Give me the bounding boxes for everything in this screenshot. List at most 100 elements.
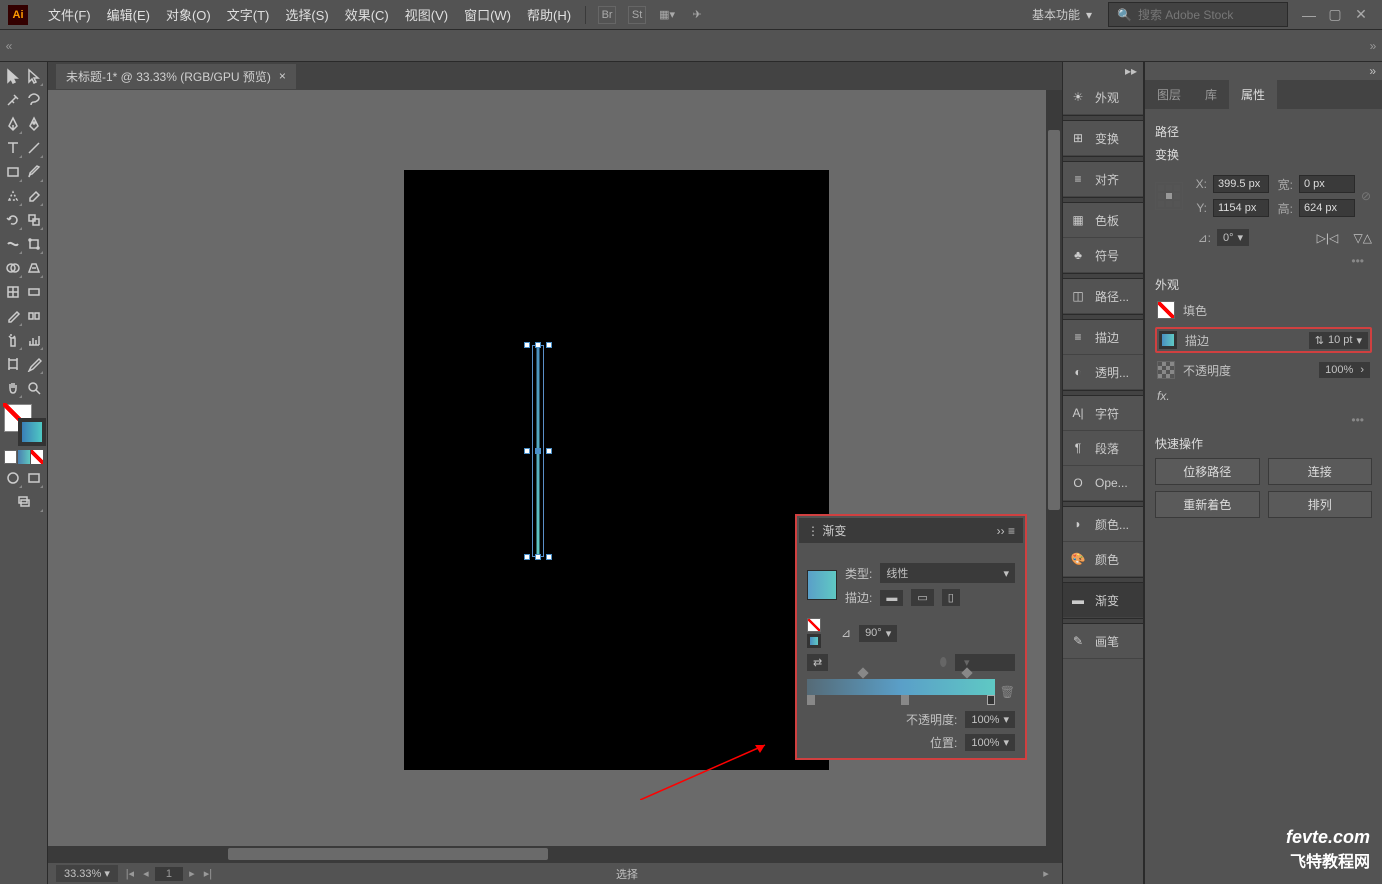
type-tool[interactable] (3, 137, 23, 159)
dock-swatches[interactable]: ▦色板 (1063, 203, 1143, 238)
grad-stroke-proxy[interactable] (807, 634, 821, 648)
transform-more[interactable]: ••• (1155, 252, 1372, 270)
menu-view[interactable]: 视图(V) (397, 5, 456, 24)
menu-edit[interactable]: 编辑(E) (99, 5, 158, 24)
dock-align[interactable]: ≡对齐 (1063, 162, 1143, 197)
status-play[interactable]: ▸ (1039, 867, 1053, 881)
stroke-grad-1[interactable]: ▬ (880, 590, 903, 606)
shaper-tool[interactable] (3, 185, 23, 207)
gradient-menu[interactable]: ≡ (1008, 524, 1015, 538)
zoom-tool[interactable] (25, 377, 45, 399)
paintbrush-tool[interactable] (25, 161, 45, 183)
gradient-collapse[interactable]: ›› (997, 524, 1005, 538)
recolor-button[interactable]: 重新着色 (1155, 491, 1260, 518)
stop-opacity[interactable]: 100% ▾ (965, 711, 1015, 728)
curvature-tool[interactable] (25, 113, 45, 135)
reference-point[interactable] (1155, 182, 1183, 210)
shape-builder-tool[interactable] (3, 257, 23, 279)
last-artboard[interactable]: ▸| (201, 867, 215, 881)
flip-h-icon[interactable]: ▷|◁ (1317, 231, 1339, 245)
document-tab[interactable]: 未标题-1* @ 33.33% (RGB/GPU 预览)× (56, 64, 296, 89)
graph-tool[interactable] (25, 329, 45, 351)
y-field[interactable] (1213, 199, 1269, 217)
selection-tool[interactable] (3, 65, 23, 87)
dock-color[interactable]: 🎨颜色 (1063, 542, 1143, 577)
aspect-icon[interactable]: ⬮ (939, 655, 947, 670)
menu-type[interactable]: 文字(T) (219, 5, 278, 24)
magic-wand-tool[interactable] (3, 89, 23, 111)
tab-properties[interactable]: 属性 (1229, 80, 1277, 109)
vertical-scrollbar[interactable] (1046, 90, 1062, 846)
gradient-ramp[interactable] (807, 679, 995, 695)
gradient-angle[interactable]: 90° ▾ (859, 625, 897, 642)
gradient-stop-1[interactable] (807, 695, 815, 705)
menu-file[interactable]: 文件(F) (40, 5, 99, 24)
dock-expand[interactable]: ▸▸ (1063, 62, 1143, 80)
draw-mode[interactable] (3, 467, 23, 489)
menu-select[interactable]: 选择(S) (277, 5, 336, 24)
next-artboard[interactable]: ▸ (185, 867, 199, 881)
zoom-dropdown[interactable]: 33.33% ▾ (56, 865, 118, 882)
arrange-icon[interactable]: ▦▾ (658, 6, 676, 24)
blend-tool[interactable] (25, 305, 45, 327)
search-input[interactable]: 🔍搜索 Adobe Stock (1108, 2, 1288, 27)
link-wh-icon[interactable]: ⊘ (1361, 189, 1371, 203)
gradient-grip-icon[interactable]: ⋮ (807, 524, 819, 538)
first-artboard[interactable]: |◂ (123, 867, 137, 881)
minimize-button[interactable]: ― (1296, 5, 1322, 25)
stroke-grad-3[interactable]: ▯ (942, 589, 960, 606)
stroke-grad-2[interactable]: ▭ (911, 589, 933, 606)
flip-v-icon[interactable]: ▽△ (1354, 231, 1372, 245)
rotation-field[interactable]: 0° ▾ (1217, 229, 1249, 246)
dock-paragraph[interactable]: ¶段落 (1063, 431, 1143, 466)
gradient-type[interactable]: 线性▾ (880, 563, 1015, 583)
artboard-tool[interactable] (3, 353, 23, 375)
free-transform-tool[interactable] (25, 233, 45, 255)
dock-transform[interactable]: ⊞变换 (1063, 121, 1143, 156)
dock-character[interactable]: A|字符 (1063, 396, 1143, 431)
line-tool[interactable] (25, 137, 45, 159)
h-field[interactable] (1299, 199, 1355, 217)
fill-stroke-swatch[interactable] (4, 404, 46, 446)
delete-stop-icon[interactable]: 🗑 (1000, 685, 1015, 699)
grad-fill-proxy[interactable] (807, 618, 821, 632)
perspective-tool[interactable] (25, 257, 45, 279)
dock-brushes[interactable]: ✎画笔 (1063, 624, 1143, 659)
dock-gradient[interactable]: ▬渐变 (1063, 583, 1143, 618)
screen-mode[interactable] (25, 467, 45, 489)
tab-layers[interactable]: 图层 (1145, 80, 1193, 109)
menu-effect[interactable]: 效果(C) (337, 5, 397, 24)
strip-collapse-right[interactable]: » (1364, 39, 1382, 53)
dock-opentype[interactable]: OOpe... (1063, 466, 1143, 501)
x-field[interactable] (1213, 175, 1269, 193)
artboard-num[interactable]: 1 (155, 867, 183, 881)
fill-swatch[interactable] (1157, 301, 1175, 319)
horizontal-scrollbar[interactable] (48, 846, 1062, 862)
dock-symbols[interactable]: ♣符号 (1063, 238, 1143, 273)
bridge-icon[interactable]: Br (598, 6, 616, 24)
selected-object[interactable] (527, 345, 549, 557)
stroke-weight[interactable]: ⇅ 10 pt ▾ (1309, 332, 1368, 349)
lasso-tool[interactable] (25, 89, 45, 111)
menu-object[interactable]: 对象(O) (158, 5, 219, 24)
dock-appearance[interactable]: ☀外观 (1063, 80, 1143, 115)
pen-tool[interactable] (3, 113, 23, 135)
rotate-tool[interactable] (3, 209, 23, 231)
gradient-stop-3[interactable] (987, 695, 995, 705)
color-mode-swatches[interactable] (4, 450, 43, 464)
gradient-stop-2[interactable] (901, 695, 909, 705)
dock-stroke[interactable]: ≡描边 (1063, 320, 1143, 355)
join-button[interactable]: 连接 (1268, 458, 1373, 485)
width-tool[interactable] (3, 233, 23, 255)
hand-tool[interactable] (3, 377, 23, 399)
arrange-button[interactable]: 排列 (1268, 491, 1373, 518)
stop-position[interactable]: 100% ▾ (965, 734, 1015, 751)
direct-selection-tool[interactable] (25, 65, 45, 87)
gpu-icon[interactable]: ✈ (688, 6, 706, 24)
dock-transparency[interactable]: ◐透明... (1063, 355, 1143, 390)
dock-pathfinder[interactable]: ◫路径... (1063, 279, 1143, 314)
scale-tool[interactable] (25, 209, 45, 231)
appearance-more[interactable]: ••• (1155, 411, 1372, 429)
eraser-tool[interactable] (25, 185, 45, 207)
stroke-swatch[interactable] (1159, 331, 1177, 349)
